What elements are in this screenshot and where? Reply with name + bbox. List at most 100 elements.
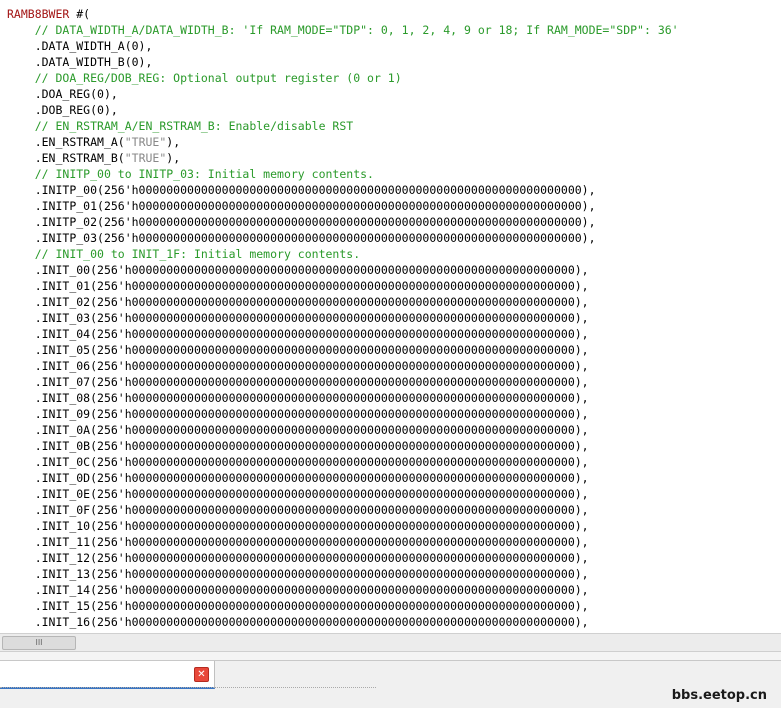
- code-text: ),: [166, 151, 181, 165]
- code-text: .INITP_02(256'h0000000000000000000000000…: [34, 215, 596, 229]
- code-line[interactable]: .INIT_01(256'h00000000000000000000000000…: [7, 278, 589, 294]
- code-keyword: RAMB8BWER: [7, 7, 70, 21]
- code-line[interactable]: .INIT_07(256'h00000000000000000000000000…: [7, 374, 589, 390]
- code-line[interactable]: .INIT_0F(256'h00000000000000000000000000…: [7, 502, 589, 518]
- code-line[interactable]: .INIT_10(256'h00000000000000000000000000…: [7, 518, 589, 534]
- code-comment: // INITP_00 to INITP_03: Initial memory …: [34, 167, 374, 181]
- code-text: .INIT_0A(256'h00000000000000000000000000…: [34, 423, 589, 437]
- code-line[interactable]: // INITP_00 to INITP_03: Initial memory …: [7, 166, 374, 182]
- code-line[interactable]: .INITP_03(256'h0000000000000000000000000…: [7, 230, 596, 246]
- code-line[interactable]: .EN_RSTRAM_A("TRUE"),: [7, 134, 180, 150]
- code-text: .DATA_WIDTH_B(0),: [34, 55, 153, 69]
- code-comment: // INIT_00 to INIT_1F: Initial memory co…: [34, 247, 361, 261]
- code-line[interactable]: .EN_RSTRAM_B("TRUE"),: [7, 150, 180, 166]
- code-line[interactable]: .INIT_14(256'h00000000000000000000000000…: [7, 582, 589, 598]
- code-text: .INIT_02(256'h00000000000000000000000000…: [34, 295, 589, 309]
- code-line[interactable]: .INIT_15(256'h00000000000000000000000000…: [7, 598, 589, 614]
- watermark: bbs.eetop.cn: [671, 688, 767, 703]
- horizontal-scrollbar[interactable]: III: [0, 633, 781, 651]
- code-line[interactable]: .INIT_04(256'h00000000000000000000000000…: [7, 326, 589, 342]
- code-line[interactable]: .INIT_0D(256'h00000000000000000000000000…: [7, 470, 589, 486]
- code-line[interactable]: .INIT_09(256'h00000000000000000000000000…: [7, 406, 589, 422]
- code-string: "TRUE": [124, 151, 167, 165]
- code-text: .INIT_0F(256'h00000000000000000000000000…: [34, 503, 589, 517]
- code-line[interactable]: // INIT_00 to INIT_1F: Initial memory co…: [7, 246, 360, 262]
- code-text: .INITP_03(256'h0000000000000000000000000…: [34, 231, 596, 245]
- code-text: .INIT_04(256'h00000000000000000000000000…: [34, 327, 589, 341]
- code-text: .INIT_14(256'h00000000000000000000000000…: [34, 583, 589, 597]
- code-text: .INIT_06(256'h00000000000000000000000000…: [34, 359, 589, 373]
- code-line[interactable]: .INITP_01(256'h0000000000000000000000000…: [7, 198, 596, 214]
- code-line[interactable]: // EN_RSTRAM_A/EN_RSTRAM_B: Enable/disab…: [7, 118, 354, 134]
- scrollbar-thumb[interactable]: III: [2, 636, 76, 650]
- code-text: .INIT_10(256'h00000000000000000000000000…: [34, 519, 589, 533]
- code-line[interactable]: .INIT_0E(256'h00000000000000000000000000…: [7, 486, 589, 502]
- code-string: "TRUE": [124, 135, 167, 149]
- code-text: .INIT_01(256'h00000000000000000000000000…: [34, 279, 589, 293]
- code-line[interactable]: .INIT_0B(256'h00000000000000000000000000…: [7, 438, 589, 454]
- code-line[interactable]: .INIT_03(256'h00000000000000000000000000…: [7, 310, 589, 326]
- code-text: .INIT_0C(256'h00000000000000000000000000…: [34, 455, 589, 469]
- code-line[interactable]: // DOA_REG/DOB_REG: Optional output regi…: [7, 70, 402, 86]
- code-text: ),: [166, 135, 181, 149]
- code-line[interactable]: .INIT_12(256'h00000000000000000000000000…: [7, 550, 589, 566]
- code-line[interactable]: .INITP_02(256'h0000000000000000000000000…: [7, 214, 596, 230]
- code-text: .INIT_15(256'h00000000000000000000000000…: [34, 599, 589, 613]
- code-line[interactable]: // DATA_WIDTH_A/DATA_WIDTH_B: 'If RAM_MO…: [7, 22, 679, 38]
- code-line[interactable]: .INIT_11(256'h00000000000000000000000000…: [7, 534, 589, 550]
- code-line[interactable]: .INIT_16(256'h00000000000000000000000000…: [7, 614, 589, 630]
- code-text: .INIT_12(256'h00000000000000000000000000…: [34, 551, 589, 565]
- code-line[interactable]: .INIT_00(256'h00000000000000000000000000…: [7, 262, 589, 278]
- code-line[interactable]: .INIT_06(256'h00000000000000000000000000…: [7, 358, 589, 374]
- code-line[interactable]: .INIT_0C(256'h00000000000000000000000000…: [7, 454, 589, 470]
- code-text: .INIT_0E(256'h00000000000000000000000000…: [34, 487, 589, 501]
- code-line[interactable]: .INIT_0A(256'h00000000000000000000000000…: [7, 422, 589, 438]
- code-line[interactable]: .DATA_WIDTH_A(0),: [7, 38, 153, 54]
- code-line[interactable]: .INITP_00(256'h0000000000000000000000000…: [7, 182, 596, 198]
- code-line[interactable]: .INIT_05(256'h00000000000000000000000000…: [7, 342, 589, 358]
- dotted-divider: [0, 687, 376, 691]
- close-icon[interactable]: ✕: [194, 667, 209, 682]
- code-text: .INITP_01(256'h0000000000000000000000000…: [34, 199, 596, 213]
- code-line[interactable]: .DOA_REG(0),: [7, 86, 118, 102]
- code-text: .INIT_08(256'h00000000000000000000000000…: [34, 391, 589, 405]
- code-comment: // EN_RSTRAM_A/EN_RSTRAM_B: Enable/disab…: [34, 119, 354, 133]
- code-editor[interactable]: RAMB8BWER #( // DATA_WIDTH_A/DATA_WIDTH_…: [0, 0, 781, 633]
- code-line[interactable]: RAMB8BWER #(: [7, 6, 90, 22]
- code-line[interactable]: .INIT_08(256'h00000000000000000000000000…: [7, 390, 589, 406]
- code-line[interactable]: .INIT_02(256'h00000000000000000000000000…: [7, 294, 589, 310]
- code-text: .DOA_REG(0),: [34, 87, 118, 101]
- editor-tab[interactable]: ✕: [0, 661, 215, 689]
- code-line[interactable]: .INIT_13(256'h00000000000000000000000000…: [7, 566, 589, 582]
- code-text: .INIT_00(256'h00000000000000000000000000…: [34, 263, 589, 277]
- code-text: #(: [69, 7, 91, 21]
- code-line[interactable]: .DATA_WIDTH_B(0),: [7, 54, 153, 70]
- code-text: .INITP_00(256'h0000000000000000000000000…: [34, 183, 596, 197]
- code-comment: // DATA_WIDTH_A/DATA_WIDTH_B: 'If RAM_MO…: [34, 23, 679, 37]
- code-text: .EN_RSTRAM_B(: [34, 151, 125, 165]
- code-line[interactable]: .DOB_REG(0),: [7, 102, 118, 118]
- code-text: .INIT_0D(256'h00000000000000000000000000…: [34, 471, 589, 485]
